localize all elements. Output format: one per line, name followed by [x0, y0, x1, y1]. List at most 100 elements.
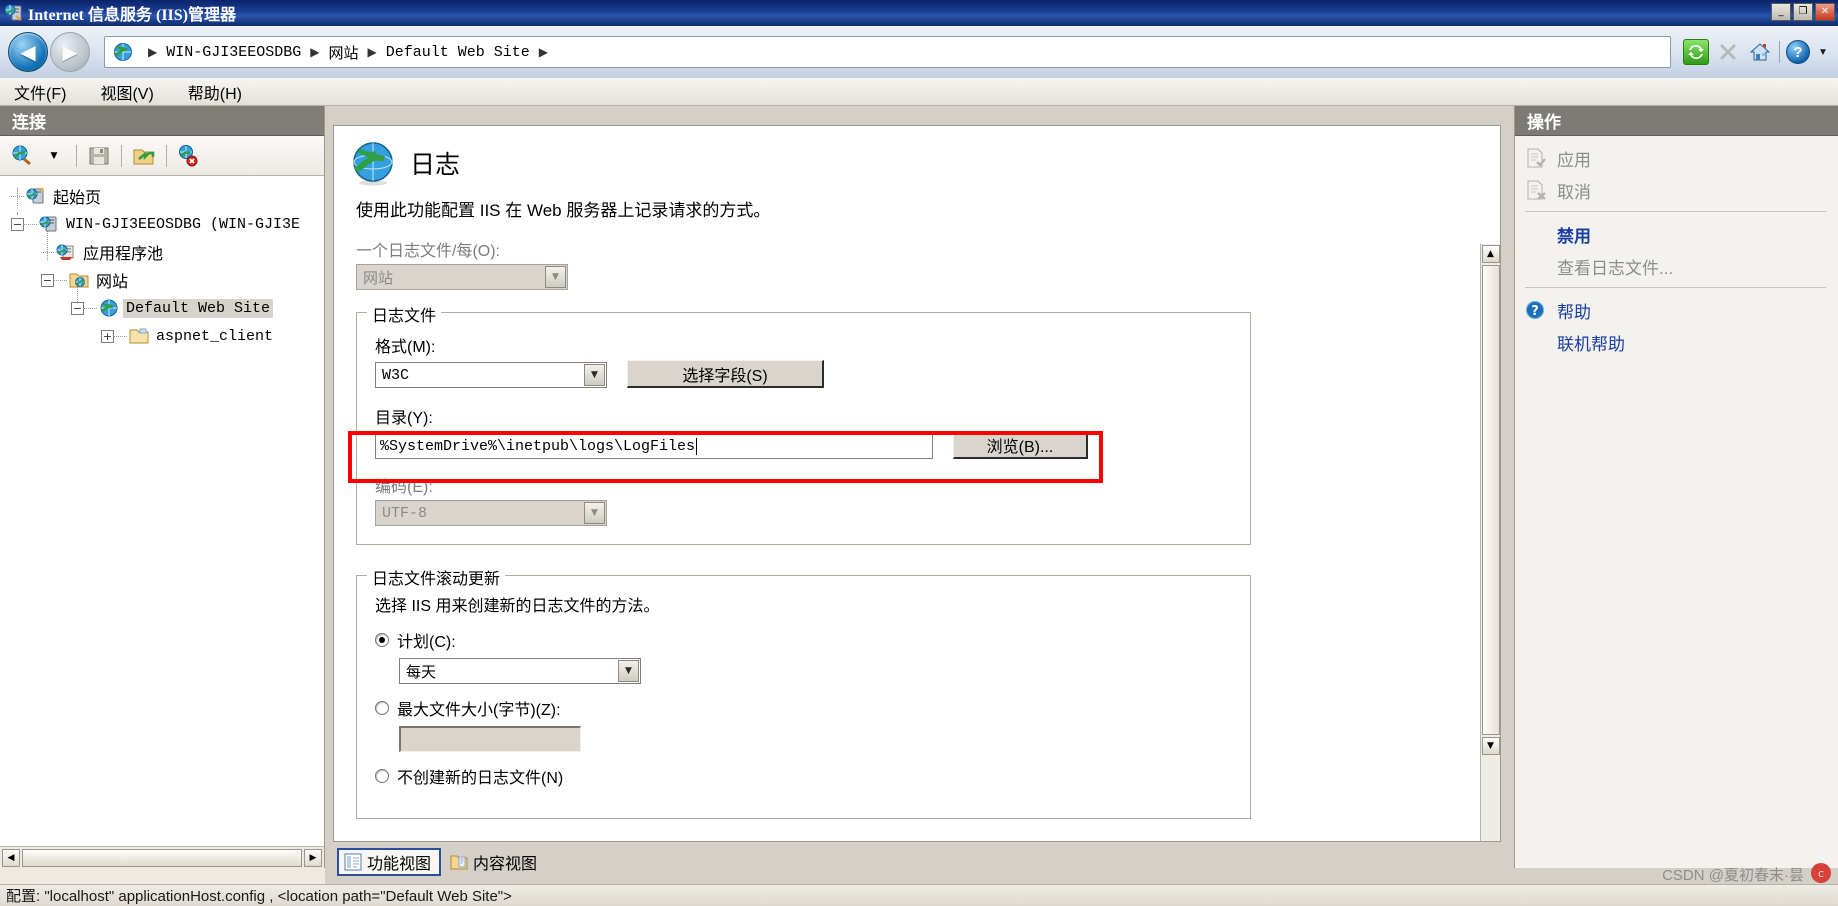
directory-label: 目录(Y): [375, 410, 433, 427]
menu-view[interactable]: 视图(V) [100, 80, 153, 104]
action-label: 应用 [1557, 150, 1591, 170]
tree-item-server[interactable]: − WIN-GJI3EEOSDBG (WIN-GJI3E [0, 210, 324, 238]
tree-item-default-web-site[interactable]: − Default Web Site [0, 294, 324, 322]
tree-item-app-pools[interactable]: 应用程序池 [0, 238, 324, 266]
format-select[interactable]: W3C ▼ [375, 362, 607, 388]
breadcrumb-item-server[interactable]: WIN-GJI3EEOSDBG [166, 44, 301, 61]
scroll-left-button[interactable]: ◀ [2, 848, 20, 867]
maxsize-input[interactable] [399, 726, 581, 752]
breadcrumb-item-sites[interactable]: 网站 [329, 42, 359, 63]
rollover-group: 日志文件滚动更新 选择 IIS 用来创建新的日志文件的方法。 计划(C): 每天… [356, 565, 1251, 819]
breadcrumb-separator: ▶ [148, 45, 158, 59]
help-icon: ? [1525, 300, 1547, 320]
maximize-button[interactable]: ❐ [1793, 3, 1813, 21]
per-log-file-select[interactable]: 网站 ▼ [356, 264, 568, 290]
action-disable[interactable]: 禁用 [1515, 218, 1838, 250]
per-log-file-value: 网站 [363, 269, 394, 287]
scroll-right-button[interactable]: ▶ [304, 848, 322, 867]
action-help[interactable]: ? 帮助 [1515, 294, 1838, 326]
connections-hscrollbar[interactable]: ◀ ▶ [0, 846, 324, 868]
help-icon[interactable]: ? [1786, 40, 1810, 64]
tab-content-view[interactable]: 内容视图 [445, 848, 545, 876]
apply-icon [1525, 148, 1547, 168]
close-button[interactable]: ✕ [1815, 3, 1835, 21]
action-apply: 应用 [1515, 142, 1838, 174]
tree-item-aspnet-client[interactable]: + aspnet_client [0, 322, 324, 350]
scroll-up-button[interactable]: ▲ [1481, 245, 1500, 263]
action-label: 帮助 [1557, 302, 1591, 322]
tree-item-start-page[interactable]: 起始页 [0, 182, 324, 210]
scroll-down-button[interactable]: ▼ [1481, 737, 1500, 755]
navigation-bar: ◀ ▶ ▶ WIN-GJI3EEOSDBG ▶ 网站 ▶ Default Web… [0, 26, 1838, 78]
refresh-icon[interactable] [1683, 39, 1709, 65]
status-bar: 配置: "localhost" applicationHost.config ,… [0, 884, 1838, 906]
select-fields-button[interactable]: 选择字段(S) [627, 360, 824, 388]
scroll-thumb[interactable] [1481, 265, 1500, 735]
back-arrow-icon[interactable]: ◀ [8, 32, 48, 72]
tree-connector [41, 251, 54, 253]
schedule-radio[interactable] [375, 633, 389, 647]
menu-help[interactable]: 帮助(H) [188, 80, 242, 104]
logging-feature-pane: 日志 使用此功能配置 IIS 在 Web 服务器上记录请求的方式。 一个日志文件… [333, 125, 1501, 842]
tree-item-label: aspnet_client [156, 327, 274, 345]
rollover-description: 选择 IIS 用来创建新的日志文件的方法。 [375, 598, 660, 615]
center-vscrollbar[interactable]: ▲ ▼ [1480, 244, 1500, 841]
chevron-down-icon[interactable]: ▼ [545, 266, 566, 288]
toolbar-divider [121, 144, 122, 167]
chevron-down-icon[interactable]: ▼ [40, 142, 68, 170]
chevron-down-icon[interactable]: ▼ [1816, 39, 1830, 65]
tree-expand-box[interactable]: + [101, 329, 114, 343]
menu-file[interactable]: 文件(F) [14, 80, 66, 104]
chevron-down-icon[interactable]: ▼ [618, 660, 639, 682]
app-pools-icon [56, 243, 76, 261]
start-page-icon [26, 187, 46, 205]
tree-collapse-box[interactable]: − [71, 301, 84, 315]
schedule-radio-row[interactable]: 计划(C): [375, 628, 1232, 652]
maxsize-radio-row[interactable]: 最大文件大小(字节)(Z): [375, 696, 1232, 720]
action-label: 联机帮助 [1557, 334, 1625, 354]
connections-tree[interactable]: 起始页 − WIN-GJI3EEOSDBG (WIN-GJI3E 应用程序池 −… [0, 176, 324, 846]
breadcrumb-item-default-web-site[interactable]: Default Web Site [386, 44, 530, 61]
nonew-radio[interactable] [375, 769, 389, 783]
breadcrumb-separator: ▶ [310, 45, 320, 59]
forward-arrow-icon[interactable]: ▶ [50, 32, 90, 72]
connections-header: 连接 [0, 106, 324, 136]
tree-item-label: 应用程序池 [83, 246, 164, 263]
schedule-label: 计划(C): [397, 634, 456, 651]
svg-text:?: ? [1531, 304, 1539, 319]
home-icon[interactable] [1747, 39, 1773, 65]
schedule-select[interactable]: 每天 ▼ [399, 658, 641, 684]
sites-folder-icon [69, 271, 89, 289]
chevron-down-icon[interactable]: ▼ [584, 502, 605, 524]
address-bar[interactable]: ▶ WIN-GJI3EEOSDBG ▶ 网站 ▶ Default Web Sit… [104, 36, 1671, 68]
disconnect-icon[interactable] [175, 142, 203, 170]
feature-header: 日志 [334, 126, 1500, 186]
scroll-thumb[interactable] [22, 848, 302, 867]
connect-to-icon[interactable] [8, 142, 36, 170]
tree-collapse-box[interactable]: − [41, 273, 54, 287]
connect-site-icon[interactable] [130, 142, 158, 170]
forward-glyph: ▶ [62, 41, 78, 64]
tab-features-view[interactable]: 功能视图 [337, 848, 442, 876]
tree-collapse-box[interactable]: − [11, 217, 24, 231]
stop-icon [1715, 39, 1741, 65]
encoding-select[interactable]: UTF-8 ▼ [375, 500, 607, 526]
maxsize-label: 最大文件大小(字节)(Z): [397, 702, 561, 719]
browse-button[interactable]: 浏览(B)... [953, 431, 1088, 459]
maxsize-radio[interactable] [375, 701, 389, 715]
caret-glyph: ▼ [50, 150, 58, 161]
minimize-button[interactable]: _ [1771, 3, 1791, 21]
action-label: 查看日志文件... [1557, 258, 1674, 278]
log-file-group: 日志文件 格式(M): W3C ▼ 选择字段(S) 目录(Y): %System… [356, 302, 1251, 545]
tree-item-sites[interactable]: − 网站 [0, 266, 324, 294]
chevron-down-icon[interactable]: ▼ [584, 364, 605, 386]
tree-item-label: 起始页 [53, 190, 102, 207]
action-online-help[interactable]: 联机帮助 [1515, 326, 1838, 358]
log-file-group-legend: 日志文件 [367, 302, 442, 326]
tab-label: 功能视图 [367, 856, 432, 873]
tree-connector [24, 223, 37, 225]
nonew-radio-row[interactable]: 不创建新的日志文件(N) [375, 764, 1232, 788]
directory-input[interactable]: %SystemDrive%\inetpub\logs\LogFiles [375, 433, 933, 459]
help-glyph: ? [1793, 43, 1803, 61]
feature-body: 一个日志文件/每(O): 网站 ▼ 日志文件 格式(M): W3C ▼ 选择字段… [334, 221, 1500, 819]
